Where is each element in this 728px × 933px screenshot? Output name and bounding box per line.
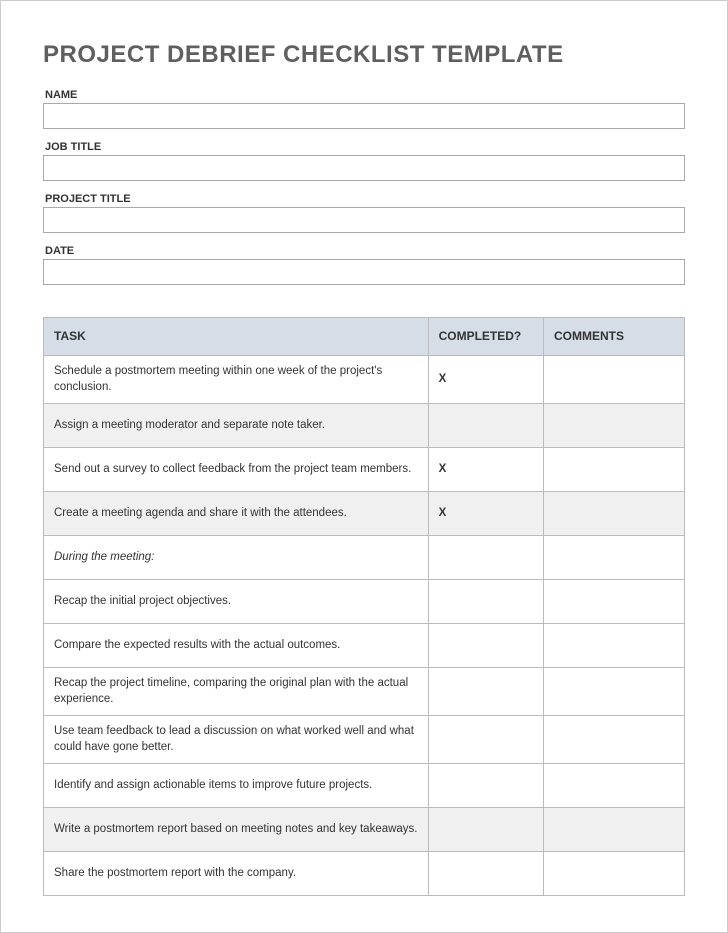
comments-cell[interactable] bbox=[543, 624, 684, 668]
completed-cell[interactable]: X bbox=[428, 448, 543, 492]
task-cell: Send out a survey to collect feedback fr… bbox=[44, 448, 429, 492]
table-row: Recap the project timeline, comparing th… bbox=[44, 668, 685, 716]
task-cell: Write a postmortem report based on meeti… bbox=[44, 808, 429, 852]
completed-cell[interactable]: X bbox=[428, 356, 543, 404]
table-row: Use team feedback to lead a discussion o… bbox=[44, 716, 685, 764]
label-date: DATE bbox=[43, 245, 685, 257]
input-name[interactable] bbox=[43, 103, 685, 129]
task-cell: Recap the project timeline, comparing th… bbox=[44, 668, 429, 716]
completed-cell[interactable] bbox=[428, 580, 543, 624]
comments-cell[interactable] bbox=[543, 536, 684, 580]
table-row: Write a postmortem report based on meeti… bbox=[44, 808, 685, 852]
task-cell: Create a meeting agenda and share it wit… bbox=[44, 492, 429, 536]
task-table: TASK COMPLETED? COMMENTS Schedule a post… bbox=[43, 317, 685, 896]
header-comments: COMMENTS bbox=[543, 318, 684, 356]
comments-cell[interactable] bbox=[543, 448, 684, 492]
table-row: Compare the expected results with the ac… bbox=[44, 624, 685, 668]
field-name: NAME bbox=[43, 89, 685, 129]
completed-cell[interactable] bbox=[428, 716, 543, 764]
header-completed: COMPLETED? bbox=[428, 318, 543, 356]
table-row: Create a meeting agenda and share it wit… bbox=[44, 492, 685, 536]
section-row: During the meeting: bbox=[44, 536, 685, 580]
completed-cell[interactable]: X bbox=[428, 492, 543, 536]
input-job-title[interactable] bbox=[43, 155, 685, 181]
completed-cell[interactable] bbox=[428, 536, 543, 580]
field-date: DATE bbox=[43, 245, 685, 285]
task-cell: Use team feedback to lead a discussion o… bbox=[44, 716, 429, 764]
field-job-title: JOB TITLE bbox=[43, 141, 685, 181]
completed-cell[interactable] bbox=[428, 624, 543, 668]
input-project-title[interactable] bbox=[43, 207, 685, 233]
label-name: NAME bbox=[43, 89, 685, 101]
header-task: TASK bbox=[44, 318, 429, 356]
label-job-title: JOB TITLE bbox=[43, 141, 685, 153]
table-header-row: TASK COMPLETED? COMMENTS bbox=[44, 318, 685, 356]
comments-cell[interactable] bbox=[543, 580, 684, 624]
table-row: Identify and assign actionable items to … bbox=[44, 764, 685, 808]
comments-cell[interactable] bbox=[543, 404, 684, 448]
task-cell: Compare the expected results with the ac… bbox=[44, 624, 429, 668]
task-cell: Assign a meeting moderator and separate … bbox=[44, 404, 429, 448]
completed-cell[interactable] bbox=[428, 668, 543, 716]
comments-cell[interactable] bbox=[543, 808, 684, 852]
document-page: PROJECT DEBRIEF CHECKLIST TEMPLATE NAME … bbox=[0, 0, 728, 933]
completed-cell[interactable] bbox=[428, 764, 543, 808]
table-row: Recap the initial project objectives. bbox=[44, 580, 685, 624]
field-project-title: PROJECT TITLE bbox=[43, 193, 685, 233]
comments-cell[interactable] bbox=[543, 716, 684, 764]
task-cell: Recap the initial project objectives. bbox=[44, 580, 429, 624]
table-row: Assign a meeting moderator and separate … bbox=[44, 404, 685, 448]
label-project-title: PROJECT TITLE bbox=[43, 193, 685, 205]
comments-cell[interactable] bbox=[543, 356, 684, 404]
comments-cell[interactable] bbox=[543, 764, 684, 808]
task-cell: Share the postmortem report with the com… bbox=[44, 852, 429, 896]
comments-cell[interactable] bbox=[543, 492, 684, 536]
table-row: Schedule a postmortem meeting within one… bbox=[44, 356, 685, 404]
task-cell: Identify and assign actionable items to … bbox=[44, 764, 429, 808]
task-cell: During the meeting: bbox=[44, 536, 429, 580]
document-title: PROJECT DEBRIEF CHECKLIST TEMPLATE bbox=[43, 41, 685, 69]
task-cell: Schedule a postmortem meeting within one… bbox=[44, 356, 429, 404]
completed-cell[interactable] bbox=[428, 808, 543, 852]
comments-cell[interactable] bbox=[543, 668, 684, 716]
table-row: Send out a survey to collect feedback fr… bbox=[44, 448, 685, 492]
completed-cell[interactable] bbox=[428, 852, 543, 896]
table-row: Share the postmortem report with the com… bbox=[44, 852, 685, 896]
comments-cell[interactable] bbox=[543, 852, 684, 896]
completed-cell[interactable] bbox=[428, 404, 543, 448]
input-date[interactable] bbox=[43, 259, 685, 285]
